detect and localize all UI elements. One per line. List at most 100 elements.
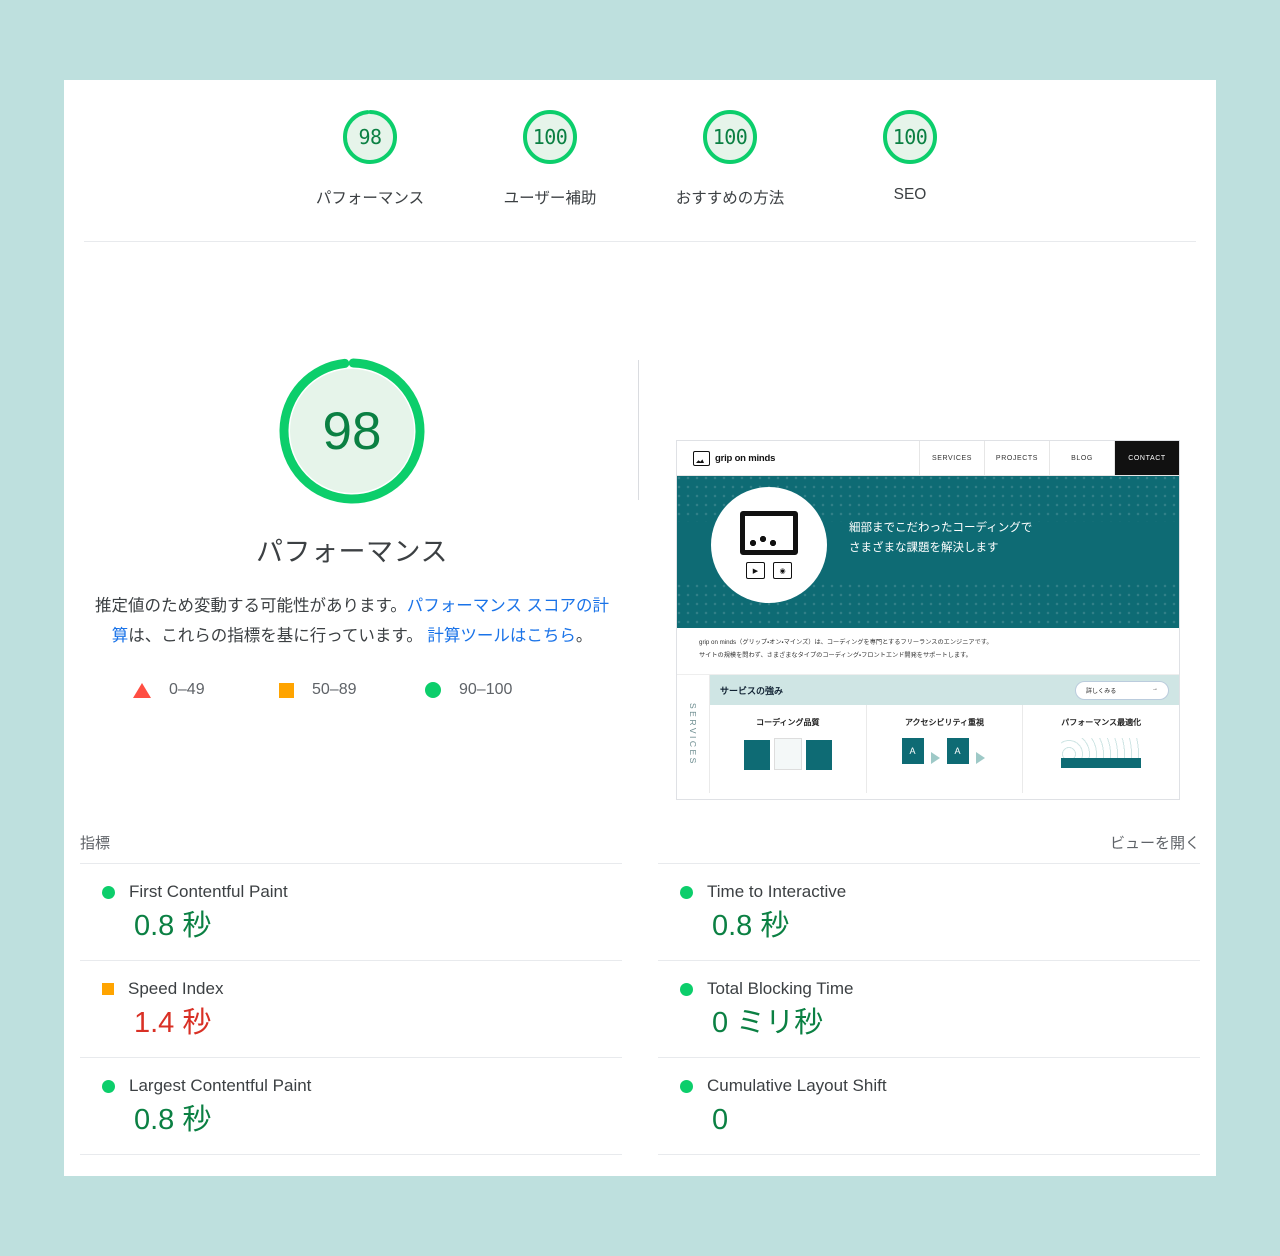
hero-gear-icon: ◉ [773,562,792,579]
mini-gauge-accessibility: 100 [518,105,582,169]
category-chip-label: おすすめの方法 [675,190,785,207]
art-triangle-icon [930,752,940,764]
category-chip-label: ユーザー補助 [503,190,597,207]
hero-tagline: 細部までこだわったコーディングで さまざまな課題を解決します [849,518,1032,558]
metric-value: 0.8 秒 [712,910,790,942]
service-card-art [1061,738,1142,768]
metric-row-first-contentful-paint[interactable]: First Contentful Paint 0.8 秒 [80,863,622,960]
metric-value: 0.8 秒 [134,910,212,942]
metrics-column-footer-divider [658,1154,1200,1155]
category-chip-best-practices[interactable]: 100 おすすめの方法 [640,105,820,208]
services-cards: コーディング品質 アクセシビリティ重視 A A パフォーマンス最適化 [710,705,1179,793]
performance-body: 98 パフォーマンス 推定値のため変動する可能性があります。パフォーマンス スコ… [64,242,1216,800]
art-box-icon [743,740,770,770]
open-view-button[interactable]: ビューを開く [1110,832,1200,853]
metric-row-total-blocking-time[interactable]: Total Blocking Time 0 ミリ秒 [658,960,1200,1057]
services-header: サービスの強み 詳しくみる → [710,675,1179,705]
category-chip-accessibility[interactable]: 100 ユーザー補助 [460,105,640,208]
mini-gauge-score: 100 [532,125,568,149]
triangle-fail-icon [133,682,151,698]
circle-pass-icon [425,682,441,698]
service-card-art: A A [901,738,988,764]
metric-header: Largest Contentful Paint [102,1076,622,1096]
service-card-title: コーディング品質 [756,718,820,727]
performance-summary-column: 98 パフォーマンス 推定値のため変動する可能性があります。パフォーマンス スコ… [64,242,640,800]
services-body: サービスの強み 詳しくみる → コーディング品質 アクセシビリティ重視 A A … [710,675,1179,793]
performance-gauge: 98 [273,352,431,510]
category-chip-seo[interactable]: 100 SEO [820,105,1000,204]
service-card-title: アクセシビリティ重視 [904,718,985,727]
performance-gauge-score: 98 [322,401,382,461]
metric-name: First Contentful Paint [129,882,288,901]
hero-brand-icon [740,511,798,555]
lighthouse-report-card: 98 パフォーマンス 100 ユーザー補助 100 おすすめの方法 100 SE… [64,80,1216,1176]
service-card-accessibility: アクセシビリティ重視 A A [867,705,1024,793]
performance-title: パフォーマンス [256,537,448,567]
status-square-average-icon [102,983,114,995]
square-average-icon [279,682,294,698]
calculator-tool-link[interactable]: 計算ツールはこちら [427,627,576,645]
mini-gauge-score: 100 [892,125,928,149]
metric-row-cumulative-layout-shift[interactable]: Cumulative Layout Shift 0 [658,1057,1200,1154]
metric-header: Cumulative Layout Shift [680,1076,1200,1096]
about-line-2: サイトの規模を問わず、さまざまなタイプのコーディング・フロントエンド開発をサポー… [699,652,972,659]
performance-description: 推定値のため変動する可能性があります。パフォーマンス スコアの計算は、これらの指… [87,591,617,651]
services-more-label: 詳しくみる [1086,688,1117,695]
services-more-button: 詳しくみる → [1075,680,1169,700]
thumbnail-hero: ▶ ◉ 細部までこだわったコーディングで さまざまな課題を解決します [677,476,1179,628]
hero-tagline-line-1: 細部までこだわったコーディングで [849,522,1033,534]
thumbnail-about-block: grip on minds（グリップ・オン・マインズ）は、コーディングを専門とす… [687,628,1169,674]
service-card-quality: コーディング品質 [710,705,867,793]
thumbnail-site-nav: SERVICES PROJECTS BLOG CONTACT [919,441,1179,475]
metric-row-largest-contentful-paint[interactable]: Largest Contentful Paint 0.8 秒 [80,1057,622,1154]
mini-gauge-score: 98 [358,125,382,149]
metrics-column-left: First Contentful Paint 0.8 秒 Speed Index… [80,863,622,1155]
metrics-grid: First Contentful Paint 0.8 秒 Speed Index… [80,863,1200,1155]
legend-range-label: 50–89 [312,681,357,698]
description-part-1: 推定値のため変動する可能性があります。 [94,597,407,615]
metrics-column-right: Time to Interactive 0.8 秒 Total Blocking… [658,863,1200,1155]
metrics-header: 指標 ビューを開く [80,800,1200,863]
metric-name: Total Blocking Time [707,979,854,998]
mini-gauge-best-practices: 100 [698,105,762,169]
legend-item-pass: 90–100 [425,681,571,699]
description-part-3: 。 [575,627,593,645]
category-chip-performance[interactable]: 98 パフォーマンス [280,105,460,208]
metric-name: Speed Index [128,979,224,998]
art-triangle-icon [975,752,985,764]
thumbnail-nav-projects: PROJECTS [984,441,1049,475]
hero-play-icon: ▶ [746,562,765,579]
metrics-column-footer-divider [80,1154,622,1155]
category-score-strip: 98 パフォーマンス 100 ユーザー補助 100 おすすめの方法 100 SE… [64,80,1216,208]
service-card-art [743,738,832,770]
mini-gauge-performance: 98 [338,105,402,169]
art-wave-icon [1061,738,1142,768]
category-chip-label: パフォーマンス [315,190,425,207]
metric-row-speed-index[interactable]: Speed Index 1.4 秒 [80,960,622,1057]
category-chip-label: SEO [893,186,927,203]
thumbnail-nav-blog: BLOG [1049,441,1114,475]
metric-name: Cumulative Layout Shift [707,1076,887,1095]
site-logo-mark-icon [693,450,710,466]
site-logo-text: grip on minds [715,452,776,464]
description-part-2: は、これらの指標を基に行っています。 [128,627,423,645]
services-vertical-rail: SERVICES [677,675,710,793]
metric-row-time-to-interactive[interactable]: Time to Interactive 0.8 秒 [658,863,1200,960]
column-divider [638,360,639,500]
hero-icon-buttons: ▶ ◉ [746,562,792,579]
page-screenshot-thumbnail[interactable]: grip on minds SERVICES PROJECTS BLOG CON… [676,440,1180,800]
status-circle-pass-icon [680,982,693,996]
about-line-1: grip on minds（グリップ・オン・マインズ）は、コーディングを専門とす… [699,639,993,646]
hero-logo-circle: ▶ ◉ [711,487,827,603]
status-circle-pass-icon [102,1079,115,1093]
thumbnail-nav-contact: CONTACT [1114,441,1179,475]
metric-header: Speed Index [102,979,622,999]
metric-header: Time to Interactive [680,882,1200,902]
status-circle-pass-icon [680,885,693,899]
score-legend: 0–49 50–89 90–100 [133,681,571,699]
art-box-icon [805,740,832,770]
services-rail-label: SERVICES [688,702,698,766]
arrow-right-icon: → [1152,685,1158,692]
legend-item-fail: 0–49 [133,681,279,699]
services-title: サービスの強み [720,685,784,696]
